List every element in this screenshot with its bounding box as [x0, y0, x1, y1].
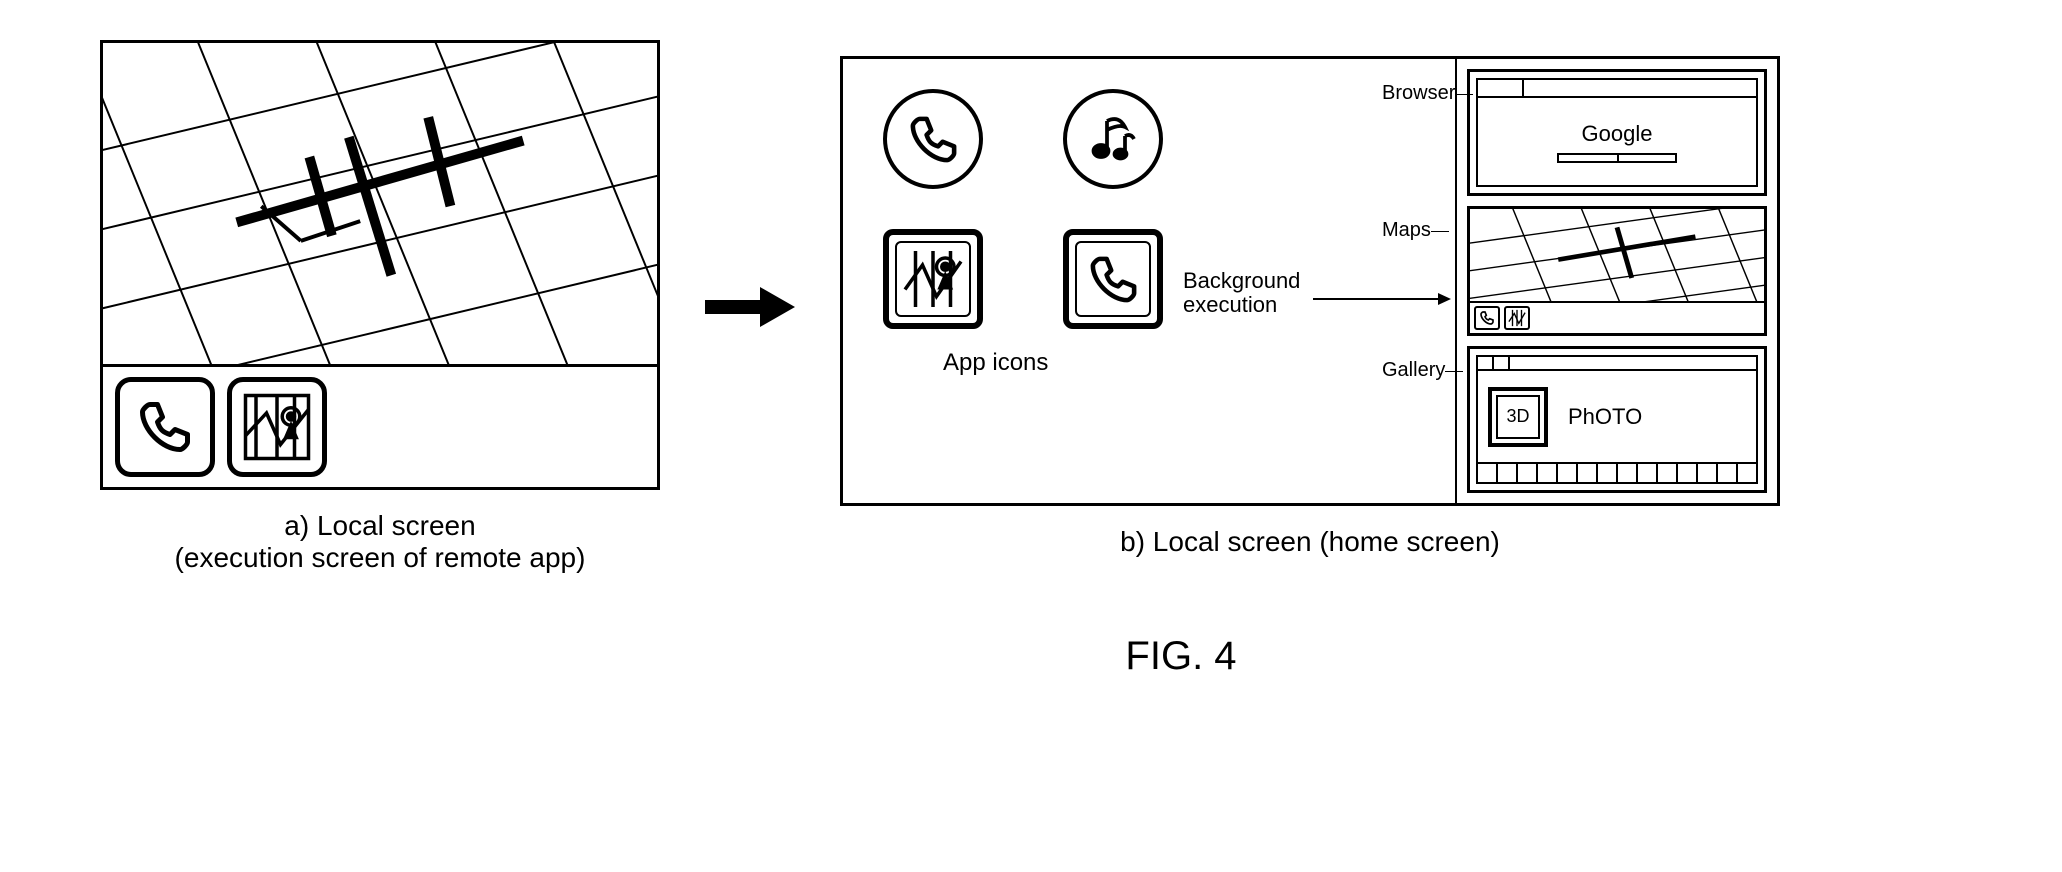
panel-b-column: App icons Background execution Browser [840, 56, 1780, 558]
maps-mini-icon [1504, 306, 1530, 330]
phone-circle-app-icon[interactable] [883, 89, 983, 189]
browser-body: Google [1478, 98, 1756, 185]
browser-page-title: Google [1582, 121, 1653, 147]
map-execution-area [103, 43, 657, 367]
phone-icon [906, 112, 961, 167]
phone-mini-icon [1474, 306, 1500, 330]
browser-widget-label: Browser [1382, 82, 1455, 105]
taskbar [103, 367, 657, 487]
widget-column: Browser Google Maps [1457, 59, 1777, 503]
background-execution-arrow-icon [1313, 289, 1453, 309]
caption-line-2: (execution screen of remote app) [175, 542, 586, 574]
browser-tab [1484, 78, 1524, 96]
panel-a-column: a) Local screen (execution screen of rem… [100, 40, 660, 574]
music-note-icon [1083, 109, 1143, 169]
app-icons-label: App icons [943, 349, 1435, 377]
local-screen-remote-app [100, 40, 660, 490]
maps-widget-thumbnail [1470, 209, 1764, 303]
gallery-3d-thumb: 3D [1488, 387, 1548, 447]
browser-window-chrome: Google [1476, 78, 1758, 187]
gallery-top-strip [1478, 357, 1756, 371]
maps-icon [898, 244, 968, 314]
map-mini-grid [1470, 209, 1764, 301]
maps-icon [242, 392, 312, 462]
transition-arrow [700, 282, 800, 332]
gallery-body: 3D PhOTO [1478, 371, 1756, 462]
phone-app-icon[interactable] [115, 377, 215, 477]
maps-widget-tray [1470, 303, 1764, 333]
gallery-widget[interactable]: Gallery 3D PhOTO [1467, 346, 1767, 493]
search-bar-icon [1557, 153, 1677, 163]
caption-line-1: a) Local screen [175, 510, 586, 542]
gallery-photo-text: PhOTO [1568, 404, 1642, 430]
thumb-3d-text: 3D [1506, 406, 1529, 427]
browser-tab-bar [1478, 80, 1756, 98]
browser-widget[interactable]: Browser Google [1467, 69, 1767, 196]
phone-icon [1086, 252, 1141, 307]
arrow-right-icon [700, 282, 800, 332]
phone-square-app-icon[interactable] [1063, 229, 1163, 329]
background-execution-label: Background execution [1183, 269, 1300, 317]
panel-a-caption: a) Local screen (execution screen of rem… [175, 510, 586, 574]
gallery-filmstrip [1478, 462, 1756, 482]
local-screen-home: App icons Background execution Browser [840, 56, 1780, 506]
phone-icon [135, 397, 195, 457]
gallery-frame: 3D PhOTO [1476, 355, 1758, 484]
gallery-widget-label: Gallery [1382, 359, 1445, 382]
music-app-icon[interactable] [1063, 89, 1163, 189]
figure-4: a) Local screen (execution screen of rem… [100, 40, 2022, 574]
maps-widget-label: Maps [1382, 219, 1431, 242]
maps-widget[interactable]: Maps [1467, 206, 1767, 336]
map-street-grid [103, 43, 657, 367]
home-screen-app-area: App icons Background execution [843, 59, 1457, 503]
maps-app-icon[interactable] [227, 377, 327, 477]
maps-square-app-icon[interactable] [883, 229, 983, 329]
figure-label: FIG. 4 [340, 634, 2022, 679]
panel-b-caption: b) Local screen (home screen) [1120, 526, 1500, 558]
